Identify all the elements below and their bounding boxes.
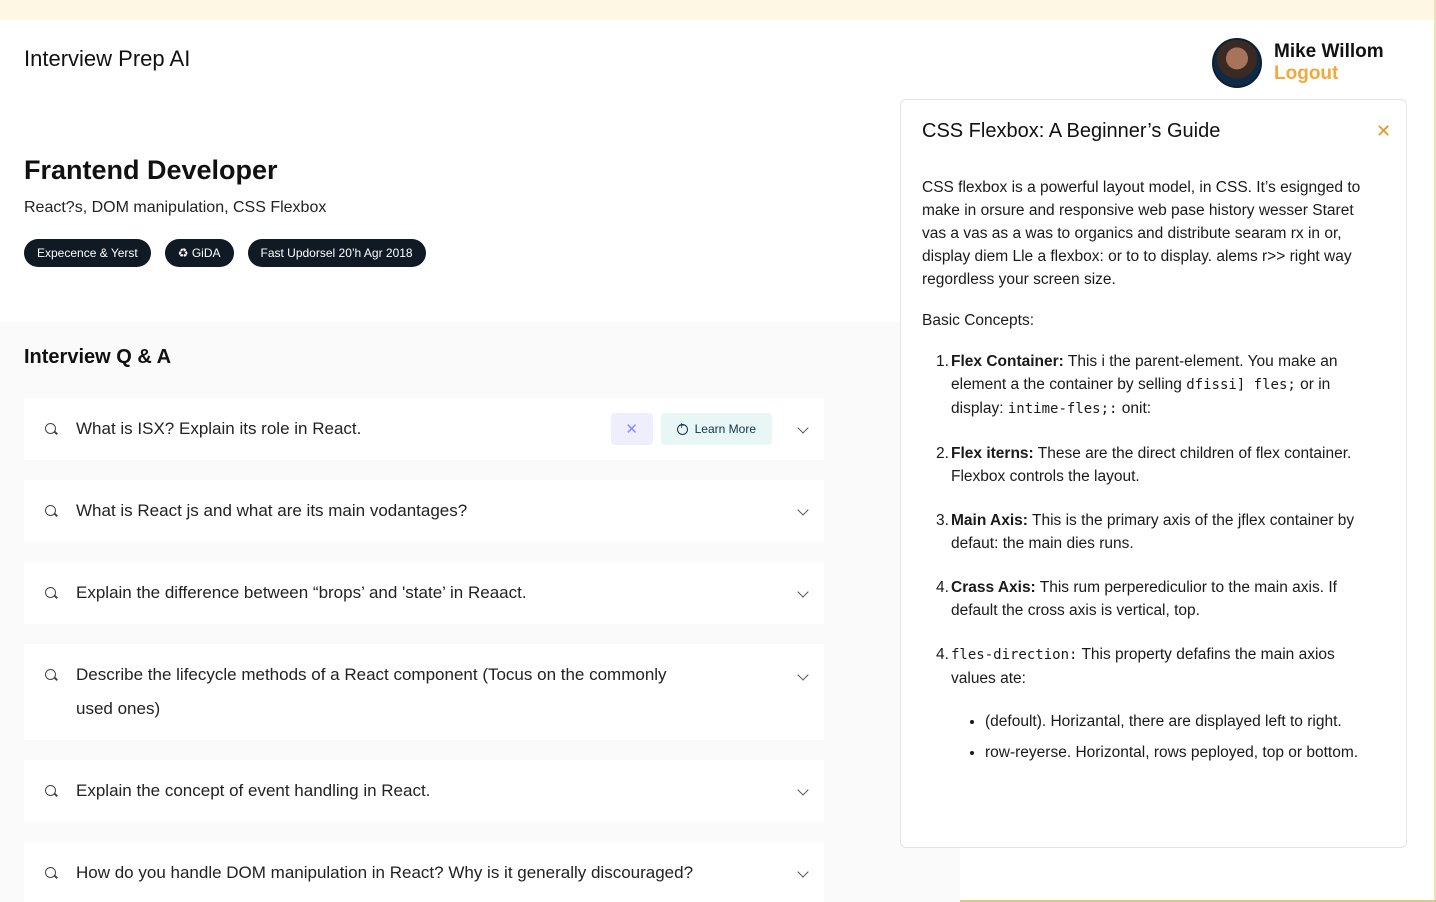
last-updated-badge: Fast Updorsel 20’h Agr 2018: [247, 239, 426, 267]
concept-item: 4. fles-direction: This property defafin…: [936, 643, 1382, 772]
question-text: How do you handle DOM manipulation in Re…: [76, 863, 694, 882]
pin-button[interactable]: ✕: [610, 413, 653, 445]
concept-code: fles-direction:: [951, 647, 1078, 663]
learn-more-button[interactable]: Learn More: [660, 413, 772, 445]
question-text: Explain the concept of event handling in…: [76, 781, 431, 800]
role-topics: React?s, DOM manipulation, CSS Flexbox: [24, 199, 327, 216]
close-icon[interactable]: ✕: [1376, 122, 1391, 140]
question-text: Describe the lifecycle methods of a Reac…: [76, 665, 667, 718]
badge-row: Expecence & Yerst ♻ GiDA Fast Updorsel 2…: [24, 239, 426, 267]
qa-heading: Interview Q & A: [24, 346, 172, 368]
concept-item: 2. Flex iterns: These are the direct chi…: [936, 442, 1382, 488]
concept-item: 4. Crass Axis: This rum perperediculior …: [936, 576, 1382, 622]
drawer-body: CSS flexbox is a powerful layout model, …: [922, 176, 1382, 793]
learn-more-label: Learn More: [694, 422, 756, 436]
qa-item[interactable]: What is React js and what are its main v…: [24, 480, 824, 542]
qa-item[interactable]: Explain the difference between “brops’ a…: [24, 562, 824, 624]
direction-values-list: (defoult). Horizantal, there are display…: [951, 710, 1382, 764]
concept-number: 4.: [936, 579, 949, 596]
direction-value-item: (defoult). Horizantal, there are display…: [985, 710, 1382, 733]
question-text: Explain the difference between “brops’ a…: [76, 583, 527, 602]
concept-number: 1.: [936, 353, 949, 370]
concept-code: dfissi] fles;: [1186, 377, 1296, 393]
direction-value-term: (defoult).: [985, 713, 1047, 730]
question-text: What is React js and what are its main v…: [76, 501, 468, 520]
user-name: Mike Willom: [1274, 41, 1384, 63]
concept-number: 2.: [936, 445, 949, 462]
qa-item[interactable]: Describe the lifecycle methods of a Reac…: [24, 644, 824, 740]
concept-text-3: onit:: [1117, 400, 1152, 417]
avatar[interactable]: [1212, 38, 1262, 88]
search-icon: [44, 866, 58, 880]
drawer-title: CSS Flexbox: A Beginner’s Guide: [922, 120, 1221, 142]
direction-value-item: row-reyerse. Horizontal, rows peployed, …: [985, 741, 1382, 764]
search-icon: [44, 504, 58, 518]
chevron-down-icon[interactable]: [798, 506, 808, 516]
concept-code-2: intime-fles;:: [1007, 401, 1118, 417]
learn-more-drawer: CSS Flexbox: A Beginner’s Guide ✕ CSS fl…: [900, 99, 1407, 848]
qa-item[interactable]: How do you handle DOM manipulation in Re…: [24, 842, 824, 902]
qa-item[interactable]: Explain the concept of event handling in…: [24, 760, 824, 822]
drawer-intro: CSS flexbox is a powerful layout model, …: [922, 179, 1361, 288]
search-icon: [44, 422, 58, 436]
question-text: What is ISX? Explain its role in React.: [76, 419, 362, 438]
qa-item[interactable]: What is ISX? Explain its role in React. …: [24, 398, 824, 460]
drawer-subheading: Basic Concepts:: [922, 312, 1034, 329]
chevron-down-icon[interactable]: [798, 588, 808, 598]
search-icon: [44, 784, 58, 798]
app-title: Interview Prep AI: [24, 46, 191, 71]
direction-value-term: row-reyerse.: [985, 744, 1072, 761]
concept-item: 1. Flex Container: This i the parent-ele…: [936, 350, 1382, 421]
concept-number: 3.: [936, 512, 949, 529]
concept-list: 1. Flex Container: This i the parent-ele…: [922, 350, 1382, 772]
search-icon: [44, 586, 58, 600]
search-icon: [44, 668, 58, 682]
concept-item: 3. Main Axis: This is the primary axis o…: [936, 509, 1382, 555]
chevron-down-icon[interactable]: [798, 786, 808, 796]
logout-button[interactable]: Logout: [1274, 63, 1384, 85]
concept-term: Crass Axis:: [951, 579, 1036, 596]
role-title: Frantend Developer: [24, 155, 278, 185]
chevron-down-icon[interactable]: [798, 868, 808, 878]
direction-value-text: Horizontal, rows peployed, top or bottom…: [1071, 744, 1359, 761]
chevron-down-icon[interactable]: [798, 424, 808, 434]
concept-number: 4.: [936, 646, 949, 663]
top-banner-strip: [0, 0, 1436, 20]
concept-term: Main Axis:: [951, 512, 1028, 529]
questions-badge: ♻ GiDA: [164, 239, 234, 267]
experience-badge: Expecence & Yerst: [24, 239, 151, 267]
concept-term: Flex Container:: [951, 353, 1064, 370]
chevron-down-icon[interactable]: [798, 671, 808, 681]
concept-term: Flex iterns:: [951, 445, 1034, 462]
direction-value-text: Horizantal, there are displayed left to …: [1046, 713, 1342, 730]
user-block: Mike Willom Logout: [1212, 38, 1384, 88]
plus-circle-icon: [676, 421, 688, 435]
